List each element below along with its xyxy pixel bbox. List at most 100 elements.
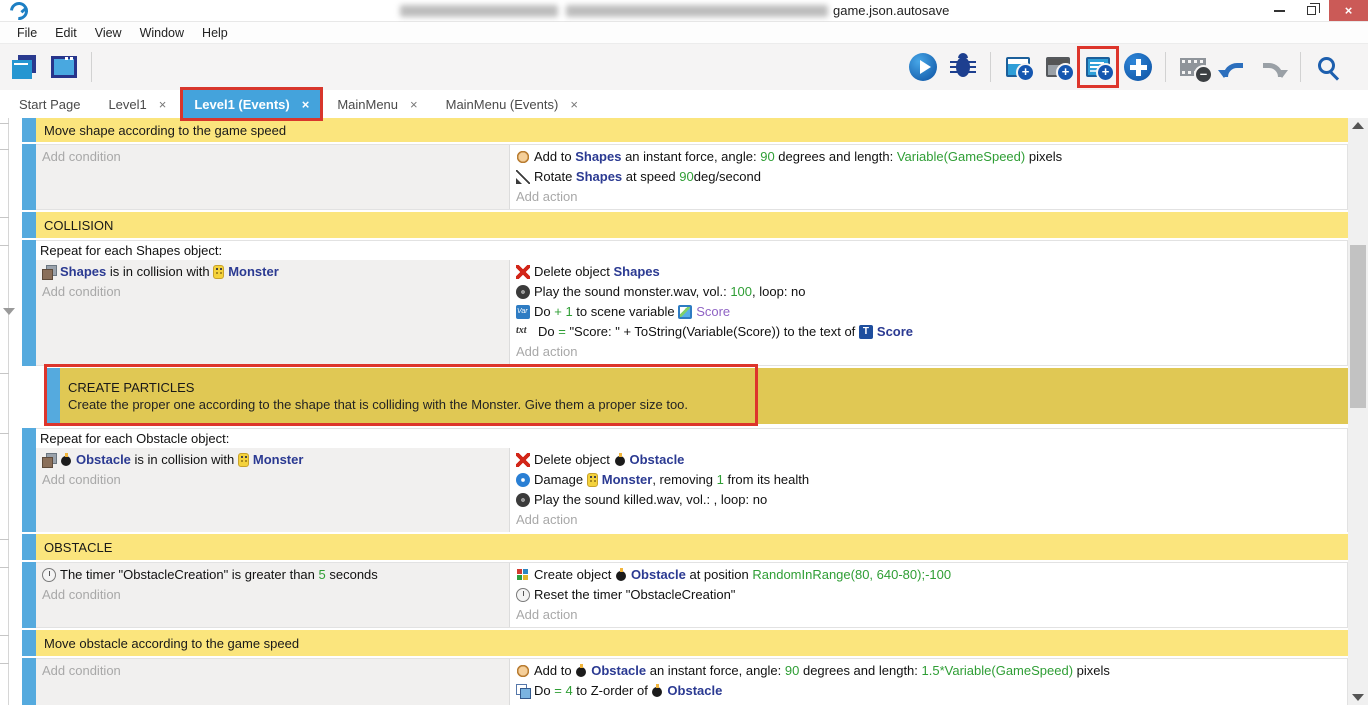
- close-tab-icon[interactable]: ×: [159, 97, 167, 112]
- minimize-button[interactable]: [1264, 0, 1294, 21]
- add-action-link[interactable]: Add action: [510, 342, 1347, 362]
- event-comment[interactable]: COLLISION: [0, 212, 1348, 238]
- tab-mainmenu[interactable]: MainMenu×: [326, 90, 428, 118]
- scroll-up-icon[interactable]: [1352, 122, 1364, 129]
- add-condition-link[interactable]: Add condition: [36, 585, 509, 605]
- add-action-link[interactable]: Add action: [510, 187, 1347, 207]
- conditions-cell[interactable]: Add condition: [36, 659, 510, 705]
- action-line[interactable]: Do + 1 to scene variable Score: [510, 302, 1347, 322]
- close-tab-icon[interactable]: ×: [410, 97, 418, 112]
- scroll-down-icon[interactable]: [1352, 694, 1364, 701]
- scrollbar-thumb[interactable]: [1350, 245, 1366, 408]
- menu-window[interactable]: Window: [131, 22, 193, 43]
- add-action-link[interactable]: Add action: [510, 510, 1347, 530]
- condition-line[interactable]: The timer "ObstacleCreation" is greater …: [36, 565, 509, 585]
- remove-scene-button[interactable]: [1175, 49, 1211, 85]
- project-manager-button[interactable]: [6, 49, 42, 85]
- action-line[interactable]: Do = "Score: " + ToString(Variable(Score…: [510, 322, 1347, 342]
- text-segment: Shapes: [614, 262, 660, 282]
- debug-button[interactable]: [945, 49, 981, 85]
- action-line[interactable]: Play the sound monster.wav, vol.: 100, l…: [510, 282, 1347, 302]
- add-condition-link[interactable]: Add condition: [36, 470, 509, 490]
- tab-start-page[interactable]: Start Page: [8, 90, 91, 118]
- action-line[interactable]: Rotate Shapes at speed 90deg/second: [510, 167, 1347, 187]
- event-row[interactable]: The timer "ObstacleCreation" is greater …: [0, 562, 1348, 628]
- event-comment[interactable]: Move obstacle according to the game spee…: [0, 630, 1348, 656]
- close-tab-icon[interactable]: ×: [302, 97, 310, 112]
- redo-button[interactable]: [1255, 49, 1291, 85]
- menu-help[interactable]: Help: [193, 22, 237, 43]
- action-line[interactable]: Add to Shapes an instant force, angle: 9…: [510, 147, 1347, 167]
- event-selection-bar[interactable]: [22, 630, 36, 656]
- vertical-scrollbar[interactable]: [1348, 118, 1368, 705]
- action-line[interactable]: Delete object Shapes: [510, 262, 1347, 282]
- restore-button[interactable]: [1296, 0, 1326, 21]
- menu-edit[interactable]: Edit: [46, 22, 86, 43]
- actions-cell[interactable]: Add to Obstacle an instant force, angle:…: [510, 659, 1347, 705]
- add-condition-link[interactable]: Add condition: [36, 282, 509, 302]
- gdevelop-logo-icon: [6, 0, 31, 24]
- event-selection-bar[interactable]: [22, 144, 36, 210]
- menu-file[interactable]: File: [8, 22, 46, 43]
- tab-mainmenu-events[interactable]: MainMenu (Events)×: [435, 90, 589, 118]
- event-comment[interactable]: OBSTACLE: [0, 534, 1348, 560]
- text-segment: , loop: no: [752, 282, 806, 302]
- actions-cell[interactable]: Delete object Obstacle Damage Monster, r…: [510, 448, 1347, 532]
- conditions-cell[interactable]: Shapes is in collision with Monster Add …: [36, 260, 510, 365]
- text-segment: to Z-order of: [573, 681, 652, 701]
- event-selection-bar[interactable]: [22, 240, 36, 366]
- action-line[interactable]: Create object Obstacle at position Rando…: [510, 565, 1347, 585]
- menu-view[interactable]: View: [86, 22, 131, 43]
- tab-level1[interactable]: Level1×: [97, 90, 177, 118]
- add-object-button[interactable]: [1120, 49, 1156, 85]
- collapse-arrow-icon[interactable]: [3, 308, 15, 315]
- add-condition-link[interactable]: Add condition: [36, 147, 509, 167]
- close-tab-icon[interactable]: ×: [570, 97, 578, 112]
- action-line[interactable]: Delete object Obstacle: [510, 450, 1347, 470]
- action-line[interactable]: Add to Obstacle an instant force, angle:…: [510, 661, 1347, 681]
- action-line[interactable]: Reset the timer "ObstacleCreation": [510, 585, 1347, 605]
- condition-line[interactable]: Shapes is in collision with Monster: [36, 262, 509, 282]
- tree-gutter: [0, 368, 22, 424]
- repeat-event-row[interactable]: Repeat for each Shapes object: Shapes is…: [0, 240, 1348, 366]
- close-button[interactable]: ×: [1329, 0, 1368, 21]
- repeat-event-row[interactable]: Repeat for each Obstacle object: Obstacl…: [0, 428, 1348, 532]
- event-selection-bar[interactable]: [22, 212, 36, 238]
- conditions-cell[interactable]: Add condition: [36, 145, 510, 209]
- event-comment[interactable]: Move shape according to the game speed: [0, 118, 1348, 142]
- search-button[interactable]: [1310, 49, 1346, 85]
- condition-line[interactable]: Obstacle is in collision with Monster: [36, 450, 509, 470]
- action-line[interactable]: Play the sound killed.wav, vol.: , loop:…: [510, 490, 1347, 510]
- text-segment: an instant force, angle:: [646, 661, 785, 681]
- actions-cell[interactable]: Create object Obstacle at position Rando…: [510, 563, 1347, 627]
- actions-cell[interactable]: Delete object Shapes Play the sound mons…: [510, 260, 1347, 365]
- conditions-cell[interactable]: The timer "ObstacleCreation" is greater …: [36, 563, 510, 627]
- actions-cell[interactable]: Add to Shapes an instant force, angle: 9…: [510, 145, 1347, 209]
- event-comment-selected[interactable]: CREATE PARTICLES Create the proper one a…: [0, 368, 1348, 424]
- scene-var-icon: [678, 305, 692, 319]
- add-events-sheet-button[interactable]: [1080, 49, 1116, 85]
- add-condition-link[interactable]: Add condition: [36, 661, 509, 681]
- add-action-link[interactable]: Add action: [510, 605, 1347, 625]
- event-selection-bar[interactable]: [22, 658, 36, 705]
- add-scene-button[interactable]: [1000, 49, 1036, 85]
- event-selection-bar[interactable]: [22, 428, 36, 532]
- obstacle-icon: [651, 684, 663, 698]
- event-row[interactable]: Add condition Add to Shapes an instant f…: [0, 144, 1348, 210]
- play-button[interactable]: [905, 49, 941, 85]
- text-segment: Do: [538, 322, 558, 342]
- undo-button[interactable]: [1215, 49, 1251, 85]
- scene-editor-button[interactable]: [46, 49, 82, 85]
- event-selection-bar[interactable]: [22, 118, 36, 142]
- event-row[interactable]: Add condition Add to Obstacle an instant…: [0, 658, 1348, 705]
- action-line[interactable]: Damage Monster, removing 1 from its heal…: [510, 470, 1347, 490]
- tab-level1-events[interactable]: Level1 (Events)×: [183, 90, 320, 118]
- add-external-events-button[interactable]: [1040, 49, 1076, 85]
- event-selection-bar[interactable]: [22, 562, 36, 628]
- event-selection-bar[interactable]: [22, 534, 36, 560]
- text-segment: an instant force, angle:: [621, 147, 760, 167]
- event-selection-bar[interactable]: [46, 368, 60, 424]
- tab-label: Start Page: [19, 97, 80, 112]
- action-line[interactable]: Do = 4 to Z-order of Obstacle: [510, 681, 1347, 701]
- conditions-cell[interactable]: Obstacle is in collision with Monster Ad…: [36, 448, 510, 532]
